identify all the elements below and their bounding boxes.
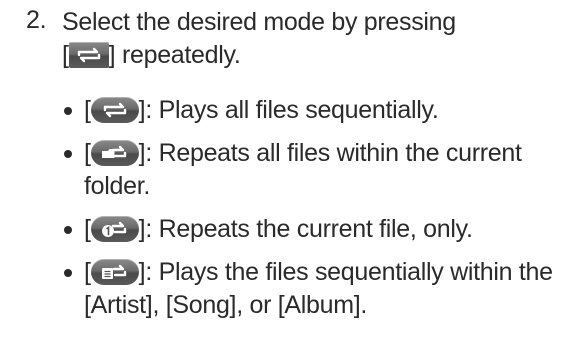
step-text: Select the desired mode by pressing [ ] … xyxy=(62,6,568,72)
repeat-mode-button[interactable] xyxy=(68,42,109,68)
item-text: : Repeats all files within the current f… xyxy=(84,139,522,200)
bullet xyxy=(64,107,72,115)
repeat-one-icon xyxy=(101,221,126,237)
list-item-repeat-category: [ ]: Plays the files sequentially within… xyxy=(62,256,568,322)
repeat-one-button xyxy=(90,216,139,242)
list-item-repeat-all: [ ]: Plays all files sequentially. xyxy=(62,94,568,127)
item-text: : Plays all files sequentially. xyxy=(145,96,439,124)
bracket-open: [ xyxy=(62,41,69,69)
repeat-folder-button xyxy=(90,140,139,166)
item-text: : Repeats the current file, only. xyxy=(145,215,473,243)
repeat-category-icon xyxy=(101,264,126,279)
repeat-all-icon xyxy=(103,102,126,118)
bullet xyxy=(64,269,72,277)
repeat-icon xyxy=(77,47,100,63)
bullet xyxy=(64,150,72,158)
step-2: 2. Select the desired mode by pressing [… xyxy=(26,6,568,72)
bullet xyxy=(64,226,72,234)
list-item-repeat-folder: [ ]: Repeats all files within the curren… xyxy=(62,137,568,203)
repeat-all-button xyxy=(90,97,139,123)
step-line-1: Select the desired mode by pressing xyxy=(62,8,456,36)
step-line-2-suffix: repeatedly. xyxy=(115,41,241,69)
step-number: 2. xyxy=(26,6,47,34)
step-line-2: [ ] repeatedly. xyxy=(62,39,568,72)
repeat-category-button xyxy=(90,259,139,285)
bracket-open: [ xyxy=(84,139,91,167)
list-item-repeat-one: [ ]: Repeats the current file, only. xyxy=(62,213,568,246)
repeat-folder-icon xyxy=(101,145,126,158)
bracket-open: [ xyxy=(84,215,91,243)
bracket-open: [ xyxy=(84,96,91,124)
mode-list: [ ]: Plays all files sequentially. [ ]: … xyxy=(62,94,568,322)
item-text: : Plays the files sequentially within th… xyxy=(84,258,553,319)
bracket-open: [ xyxy=(84,258,91,286)
